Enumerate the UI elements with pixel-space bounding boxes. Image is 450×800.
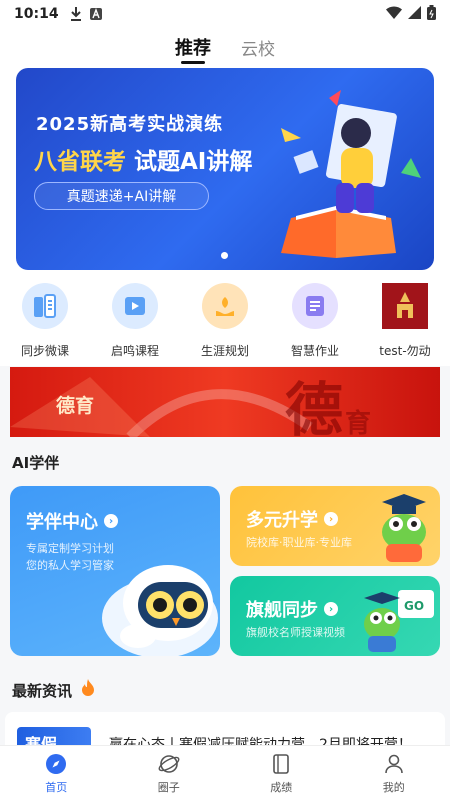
wifi-icon: [386, 5, 402, 23]
moral-banner-label: 德育: [56, 395, 95, 417]
card-title-text: 学伴中心: [26, 512, 98, 533]
quick-link-career-planning[interactable]: 生涯规划: [180, 283, 270, 363]
banner-pill: 真题速递+AI讲解: [34, 182, 209, 210]
nav-label: 首页: [45, 781, 68, 794]
student-reading-illustration: [281, 90, 421, 258]
card-title: 多元升学 ›: [246, 506, 338, 532]
quick-link-label: 生涯规划: [200, 344, 249, 358]
battery-icon: [427, 4, 436, 24]
quick-link-smart-homework[interactable]: 智慧作业: [270, 283, 360, 363]
quick-link-label: 同步微课: [20, 344, 69, 358]
user-icon: [382, 752, 406, 776]
frog-teacher-illustration: GO: [364, 590, 434, 652]
carousel-dot[interactable]: [221, 252, 228, 259]
nav-label: 圈子: [157, 781, 180, 794]
card-title: 学伴中心 ›: [26, 508, 118, 534]
nav-mine[interactable]: 我的: [338, 746, 450, 800]
quick-link-test[interactable]: test-勿动: [360, 283, 450, 363]
planet-icon: [157, 752, 181, 776]
test-thumbnail-image: [382, 283, 428, 329]
tab-recommend[interactable]: 推荐: [175, 34, 211, 66]
card-title: 旗舰同步 ›: [246, 596, 338, 622]
card-study-center[interactable]: 学伴中心 › 专属定制学习计划 您的私人学习管家: [10, 486, 220, 656]
card-title-text: 旗舰同步: [246, 600, 318, 621]
notebook-icon: [269, 752, 293, 776]
nav-circle[interactable]: 圈子: [113, 746, 226, 800]
nav-home[interactable]: 首页: [0, 746, 113, 800]
quick-link-label: 启鸣课程: [110, 344, 159, 358]
document-icon: [292, 283, 338, 329]
a-icon: [89, 7, 103, 21]
status-time: 10:14: [14, 6, 59, 22]
video-icon: [112, 283, 158, 329]
owl-mascot-illustration: [102, 565, 218, 656]
news-section-header: 最新资讯: [12, 679, 96, 701]
moral-education-banner[interactable]: 德育 德 育: [10, 367, 440, 437]
plant-hand-icon: [202, 283, 248, 329]
top-tab-bar: 推荐 云校: [0, 28, 450, 66]
quick-link-label: test-勿动: [379, 344, 431, 358]
compass-icon: [44, 752, 68, 776]
card-subtitle: 院校库·职业库·专业库: [246, 536, 352, 549]
nav-scores[interactable]: 成绩: [225, 746, 338, 800]
banner-title: 八省联考 试题AI讲解: [34, 142, 252, 176]
moral-banner-watermark: 德: [285, 376, 344, 437]
bottom-nav: 首页 圈子 成绩 我的: [0, 745, 450, 800]
chevron-right-icon: ›: [324, 602, 338, 616]
card-flagship-sync[interactable]: 旗舰同步 › 旗舰校名师授课视频 GO: [230, 576, 440, 656]
svg-text:GO: GO: [404, 599, 424, 613]
status-bar: 10:14: [0, 0, 450, 28]
quick-link-qiming-course[interactable]: 启鸣课程: [90, 283, 180, 363]
card-title-text: 多元升学: [246, 510, 318, 531]
banner-headline: 2025新高考实战演练: [36, 114, 224, 135]
banner-title-rest: 试题AI讲解: [126, 149, 253, 175]
signal-icon: [408, 5, 421, 23]
download-icon: [69, 7, 83, 21]
chevron-right-icon: ›: [104, 514, 118, 528]
card-subtitle: 旗舰校名师授课视频: [246, 626, 345, 639]
nav-label: 成绩: [270, 781, 293, 794]
moral-banner-watermark-2: 育: [345, 409, 372, 437]
fire-icon: [80, 679, 96, 701]
book-stack-icon: [22, 283, 68, 329]
hero-banner[interactable]: 2025新高考实战演练 八省联考 试题AI讲解 真题速递+AI讲解: [16, 68, 434, 270]
nav-label: 我的: [382, 781, 405, 794]
tab-cloud-school[interactable]: 云校: [241, 35, 275, 66]
chevron-right-icon: ›: [324, 512, 338, 526]
ai-section-title: AI学伴: [12, 454, 60, 472]
frog-graduate-illustration: [382, 494, 426, 562]
banner-title-highlight: 八省联考: [34, 149, 126, 175]
news-section-title: 最新资讯: [12, 681, 73, 700]
quick-link-sync-lessons[interactable]: 同步微课: [0, 283, 90, 363]
quick-link-label: 智慧作业: [290, 344, 339, 358]
card-higher-education[interactable]: 多元升学 › 院校库·职业库·专业库: [230, 486, 440, 566]
quick-links: 同步微课 启鸣课程 生涯规划 智慧作业 test-勿动: [0, 283, 450, 363]
